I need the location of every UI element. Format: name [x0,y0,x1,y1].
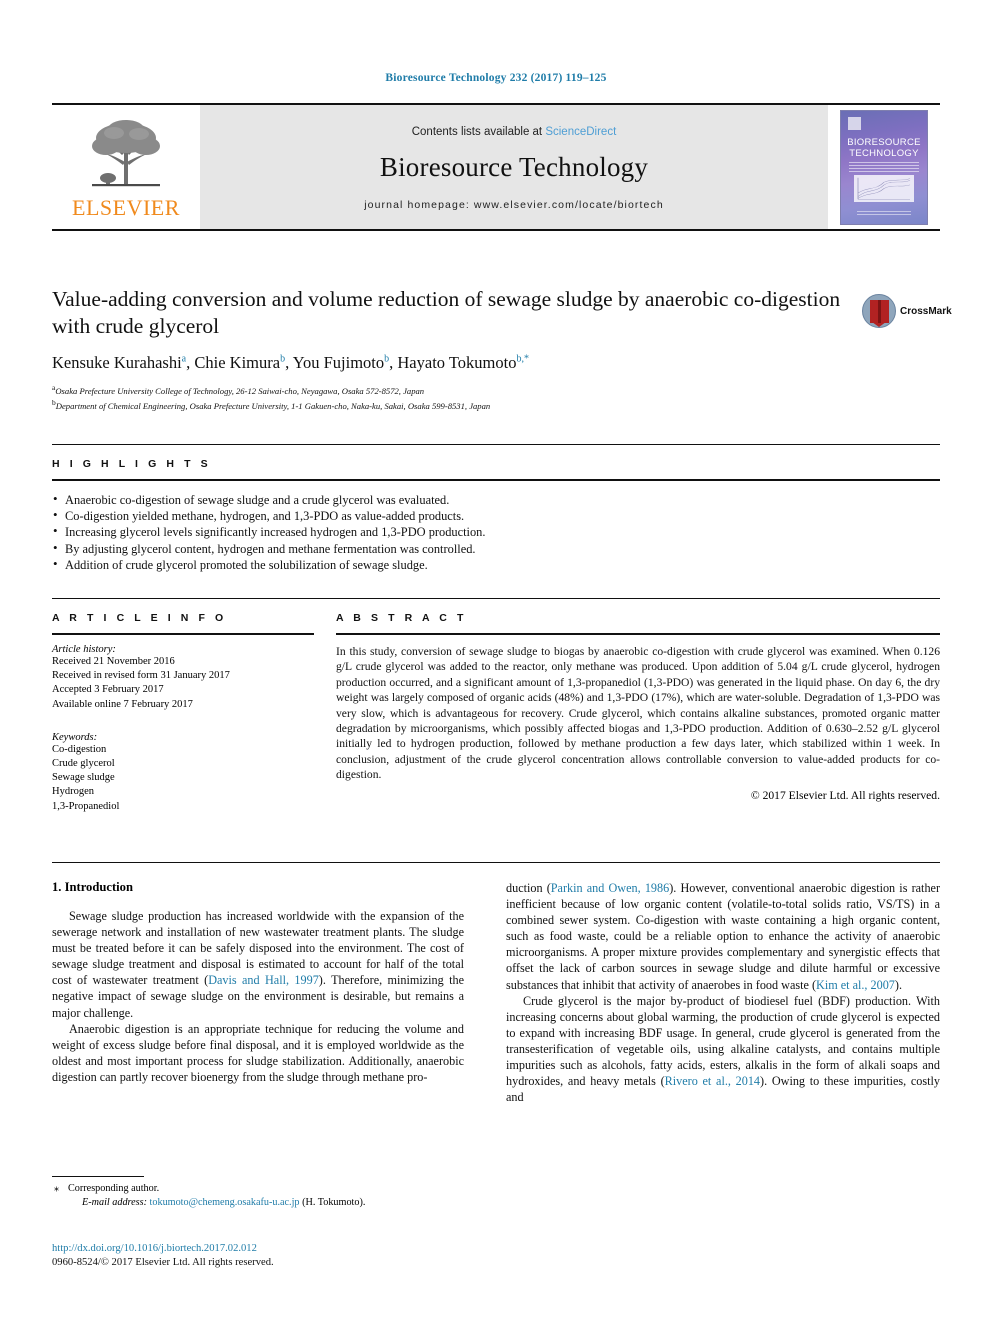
contents-available-line: Contents lists available at ScienceDirec… [412,126,617,138]
author-name[interactable]: You Fujimoto [293,353,384,372]
doi-block: http://dx.doi.org/10.1016/j.biortech.201… [52,1242,552,1270]
highlights-section: H I G H L I G H T S Anaerobic co-digesti… [52,458,940,573]
section-title-introduction: 1. Introduction [52,880,133,894]
article-title-block: Value-adding conversion and volume reduc… [52,286,940,413]
highlights-list: Anaerobic co-digestion of sewage sludge … [52,491,940,573]
email-owner: (H. Tokumoto). [302,1197,366,1208]
article-history-item: Accepted 3 February 2017 [52,684,164,696]
author-affiliation-marker: a [181,353,187,365]
crossmark-book-icon [870,300,889,327]
journal-cover-thumbnail[interactable]: BIORESOURCE TECHNOLOGY [840,109,928,225]
paragraph-3-right: Crude glycerol is the major by-product o… [506,993,940,1106]
elsevier-wordmark: ELSEVIER [72,194,180,220]
body-column-left: 1. Introduction Sewage sludge production… [52,880,464,1085]
paragraph-2-right: duction (Parkin and Owen, 1986). However… [506,880,940,993]
article-history-item: Received 21 November 2016 [52,656,175,667]
email-line: E-mail address: tokumoto@chemeng.osakafu… [52,1196,464,1210]
affiliation-line: aOsaka Prefecture University College of … [52,383,425,396]
cover-title-line1: BIORESOURCE [847,136,921,148]
divider-above-body [52,862,940,863]
citation-parkin-owen-1986[interactable]: Parkin and Owen, 1986 [551,881,669,895]
citation-rivero-2014[interactable]: Rivero et al., 2014 [665,1074,760,1088]
paragraph-2-left: Anaerobic digestion is an appropriate te… [52,1021,464,1084]
article-title: Value-adding conversion and volume reduc… [52,287,841,338]
corresponding-author-label: Corresponding author. [68,1183,160,1194]
cover-title-line2: TECHNOLOGY [849,147,919,159]
article-info-heading: A R T I C L E I N F O [52,612,227,624]
article-history-list: Received 21 November 2016 Received in rev… [52,655,314,712]
cover-subtitle-lines [849,161,919,172]
footnote-rule [52,1176,144,1177]
author-list: Kensuke Kurahashia, Chie Kimurab, You Fu… [52,353,529,372]
highlight-item: Increasing glycerol levels significantly… [52,523,940,540]
abstract-rule [336,633,940,635]
article-history-label: Article history: [52,644,116,655]
corresponding-author-marker: ⁎ [54,1183,60,1194]
keyword-item[interactable]: Crude glycerol [52,757,314,771]
abstract-heading: A B S T R A C T [336,612,467,624]
paragraph-1: Sewage sludge production has increased w… [52,908,464,1021]
divider-above-info [52,598,940,599]
author-name[interactable]: Hayato Tokumoto [397,353,516,372]
abstract-text: In this study, conversion of sewage slud… [336,645,940,782]
keyword-item[interactable]: Hydrogen [52,785,314,799]
cover-elsevier-icon [848,116,861,130]
keywords-label: Keywords: [52,731,98,743]
crossmark-label: CrossMark [900,305,952,317]
journal-title: Bioresource Technology [379,151,649,182]
issn-copyright: 0960-8524/© 2017 Elsevier Ltd. All right… [52,1257,274,1268]
abstract-section: A B S T R A C T In this study, conversio… [336,612,940,802]
keywords-list: Co-digestion Crude glycerol Sewage sludge H… [52,743,314,814]
running-head: Bioresource Technology 232 (2017) 119–12… [385,72,607,84]
keyword-item[interactable]: Co-digestion [52,743,314,757]
crossmark-icon [862,294,896,328]
citation-kim-2007[interactable]: Kim et al., 2007 [816,978,895,992]
journal-masthead: ELSEVIER Contents lists available at Sci… [52,103,940,231]
highlights-heading: H I G H L I G H T S [52,458,212,470]
article-history-item: Available online 7 February 2017 [52,698,193,710]
cover-title: BIORESOURCE TECHNOLOGY [841,137,927,159]
divider-above-highlights [52,444,940,445]
author-affiliation-marker: b,* [516,353,529,365]
email-link[interactable]: tokumoto@chemeng.osakafu-u.ac.jp [150,1197,300,1208]
journal-article-page: Bioresource Technology 232 (2017) 119–12… [0,0,992,1323]
journal-cover-container: BIORESOURCE TECHNOLOGY [828,105,940,229]
highlight-item: Addition of crude glycerol promoted the … [52,556,940,573]
keyword-item[interactable]: 1,3-Propanediol [52,800,314,814]
author-name[interactable]: Chie Kimura [194,353,280,372]
body-column-right: duction (Parkin and Owen, 1986). However… [506,880,940,1105]
keyword-item[interactable]: Sewage sludge [52,771,314,785]
corresponding-author-line: ⁎ Corresponding author. [52,1182,464,1196]
highlight-item: Anaerobic co-digestion of sewage sludge … [52,491,940,508]
sciencedirect-link[interactable]: ScienceDirect [545,126,616,138]
author-name[interactable]: Kensuke Kurahashi [52,353,182,372]
cover-figure-panel [854,174,914,202]
highlights-rule [52,479,940,481]
author-affiliation-marker: b [384,353,390,365]
p2-text-a: duction ( [506,881,551,895]
cover-footer-lines [857,210,911,216]
article-info-section: A R T I C L E I N F O Article history: R… [52,612,314,814]
email-label: E-mail address: [82,1197,147,1208]
p2-text-b: ). However, conventional anaerobic diges… [506,881,941,992]
footnote-block: ⁎ Corresponding author. E-mail address: t… [52,1182,464,1210]
elsevier-tree-icon [92,119,160,186]
abstract-copyright: © 2017 Elsevier Ltd. All rights reserved… [750,788,940,802]
highlight-item: Co-digestion yielded methane, hydrogen, … [52,507,940,524]
doi-link[interactable]: http://dx.doi.org/10.1016/j.biortech.201… [52,1242,552,1256]
citation-davis-hall-1997[interactable]: Davis and Hall, 1997 [208,973,319,987]
article-info-rule [52,633,314,635]
author-affiliation-marker: b [280,353,286,365]
cover-chart-icon [857,177,911,199]
article-history-item: Received in revised form 31 January 2017 [52,670,230,682]
elsevier-logo: ELSEVIER [52,105,200,229]
crossmark-badge[interactable]: CrossMark [862,288,952,334]
masthead-center: Contents lists available at ScienceDirec… [200,105,828,229]
p2-text-c: ). [894,977,903,992]
affiliation-line: bDepartment of Chemical Engineering, Osa… [52,398,491,412]
contents-prefix: Contents lists available at [411,125,546,138]
affiliation-list: aOsaka Prefecture University College of … [52,382,940,413]
highlight-item: By adjusting glycerol content, hydrogen … [52,540,940,557]
journal-homepage-link[interactable]: journal homepage: www.elsevier.com/locat… [364,199,664,211]
